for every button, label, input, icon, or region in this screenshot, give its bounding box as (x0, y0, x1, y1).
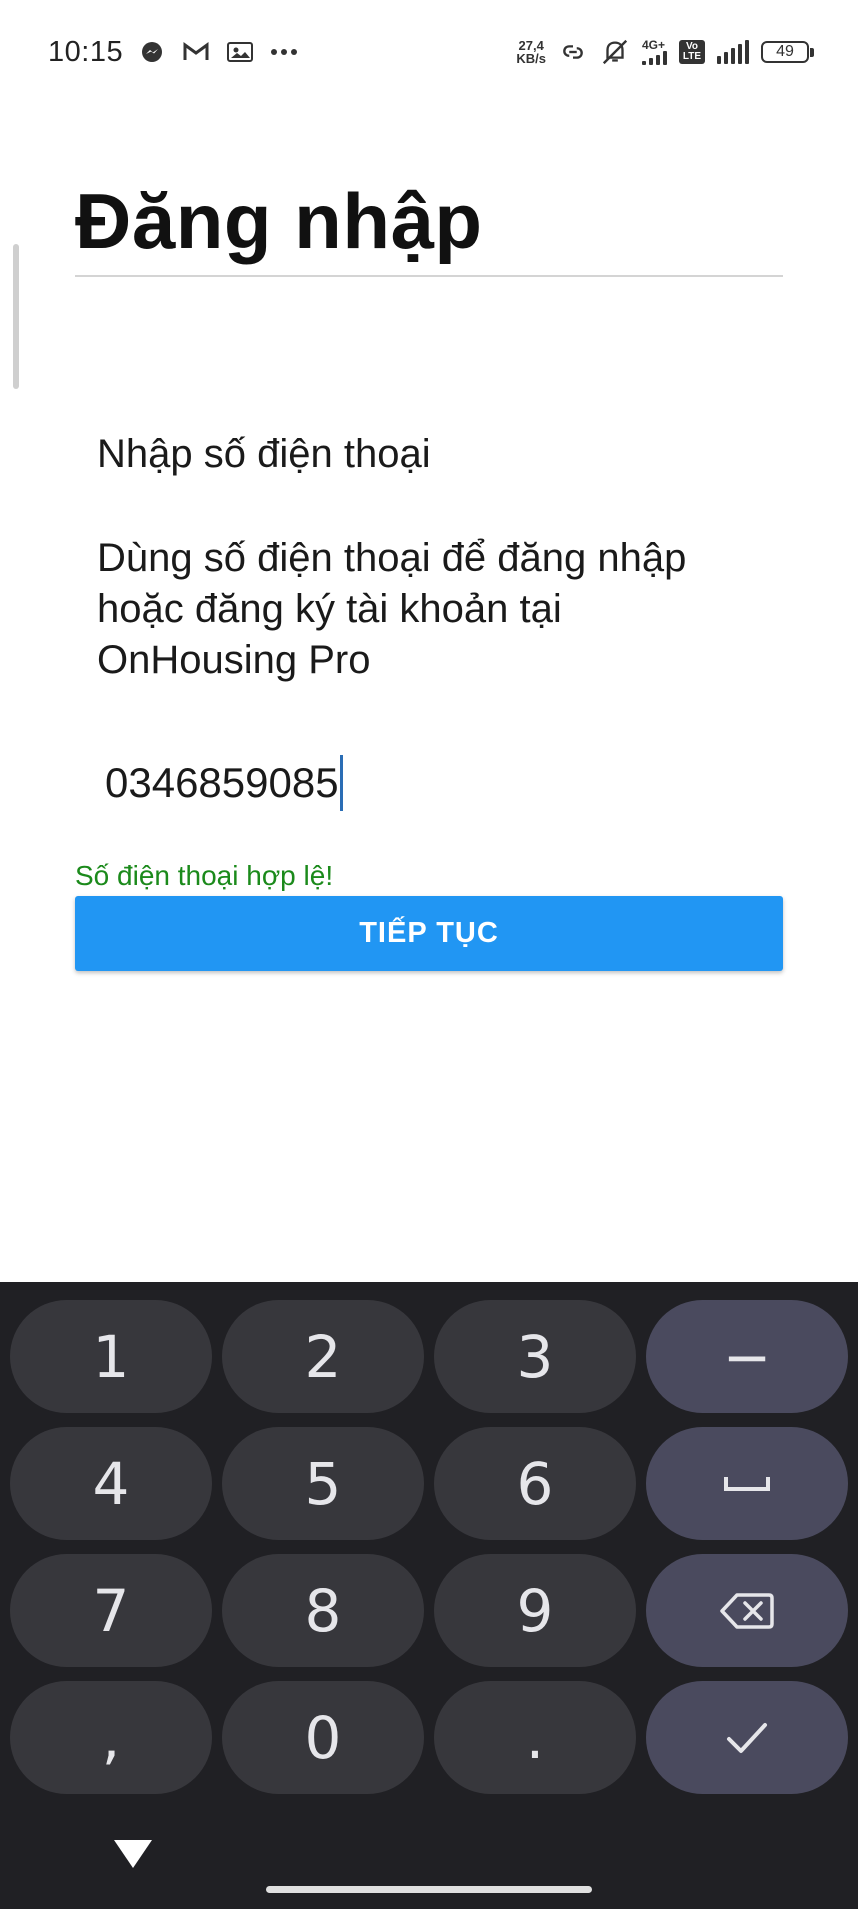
messenger-icon (137, 37, 167, 67)
backspace-icon (720, 1592, 774, 1629)
battery-level: 49 (761, 41, 809, 63)
page-title: Đăng nhập (75, 177, 483, 265)
phone-number-value: 0346859085 (105, 759, 339, 806)
continue-button[interactable]: TIẾP TỤC (75, 896, 783, 971)
validation-message: Số điện thoại hợp lệ! (75, 860, 334, 891)
signal-icon (717, 40, 749, 64)
key-3[interactable]: 3 (434, 1300, 636, 1413)
key-9[interactable]: 9 (434, 1554, 636, 1667)
battery-icon: 49 (761, 41, 814, 63)
network-type: 4G+ (642, 38, 666, 52)
key-4[interactable]: 4 (10, 1427, 212, 1540)
key-enter[interactable] (646, 1681, 848, 1794)
signal-icon (642, 51, 667, 65)
volte-badge: Vo LTE (679, 40, 705, 64)
phone-number-input[interactable]: 0346859085 (97, 748, 783, 818)
key-space[interactable] (646, 1427, 848, 1540)
key-8[interactable]: 8 (222, 1554, 424, 1667)
key-comma[interactable]: , (10, 1681, 212, 1794)
key-1[interactable]: 1 (10, 1300, 212, 1413)
key-6[interactable]: 6 (434, 1427, 636, 1540)
key-backspace[interactable] (646, 1554, 848, 1667)
gmail-icon (181, 37, 211, 67)
status-time: 10:15 (48, 35, 124, 68)
space-icon (724, 1476, 770, 1491)
key-period[interactable]: . (434, 1681, 636, 1794)
key-7[interactable]: 7 (10, 1554, 212, 1667)
scroll-indicator[interactable] (13, 244, 19, 389)
mute-icon (600, 37, 630, 67)
checkmark-icon (727, 1722, 767, 1753)
key-5[interactable]: 5 (222, 1427, 424, 1540)
phone-label: Nhập số điện thoại (97, 432, 431, 476)
hide-keyboard-icon[interactable] (114, 1840, 152, 1868)
network-speed: 27,4 KB/s (516, 39, 546, 65)
key-minus[interactable]: − (646, 1300, 848, 1413)
key-0[interactable]: 0 (222, 1681, 424, 1794)
key-2[interactable]: 2 (222, 1300, 424, 1413)
numeric-keyboard: 1 2 3 − 4 5 6 7 8 9 , 0 . (0, 1282, 858, 1909)
title-divider (75, 275, 783, 277)
status-bar: 10:15 27,4 KB/s 4G+ Vo LTE 49 (0, 0, 858, 104)
photo-icon (225, 37, 255, 67)
login-description: Dùng số điện thoại để đăng nhập hoặc đăn… (97, 536, 687, 682)
more-dots-icon (269, 37, 299, 67)
link-icon (558, 37, 588, 67)
network-speed-unit: KB/s (516, 51, 546, 66)
network-indicator: 4G+ (642, 39, 667, 65)
home-indicator[interactable] (266, 1886, 592, 1893)
text-cursor (339, 755, 343, 811)
